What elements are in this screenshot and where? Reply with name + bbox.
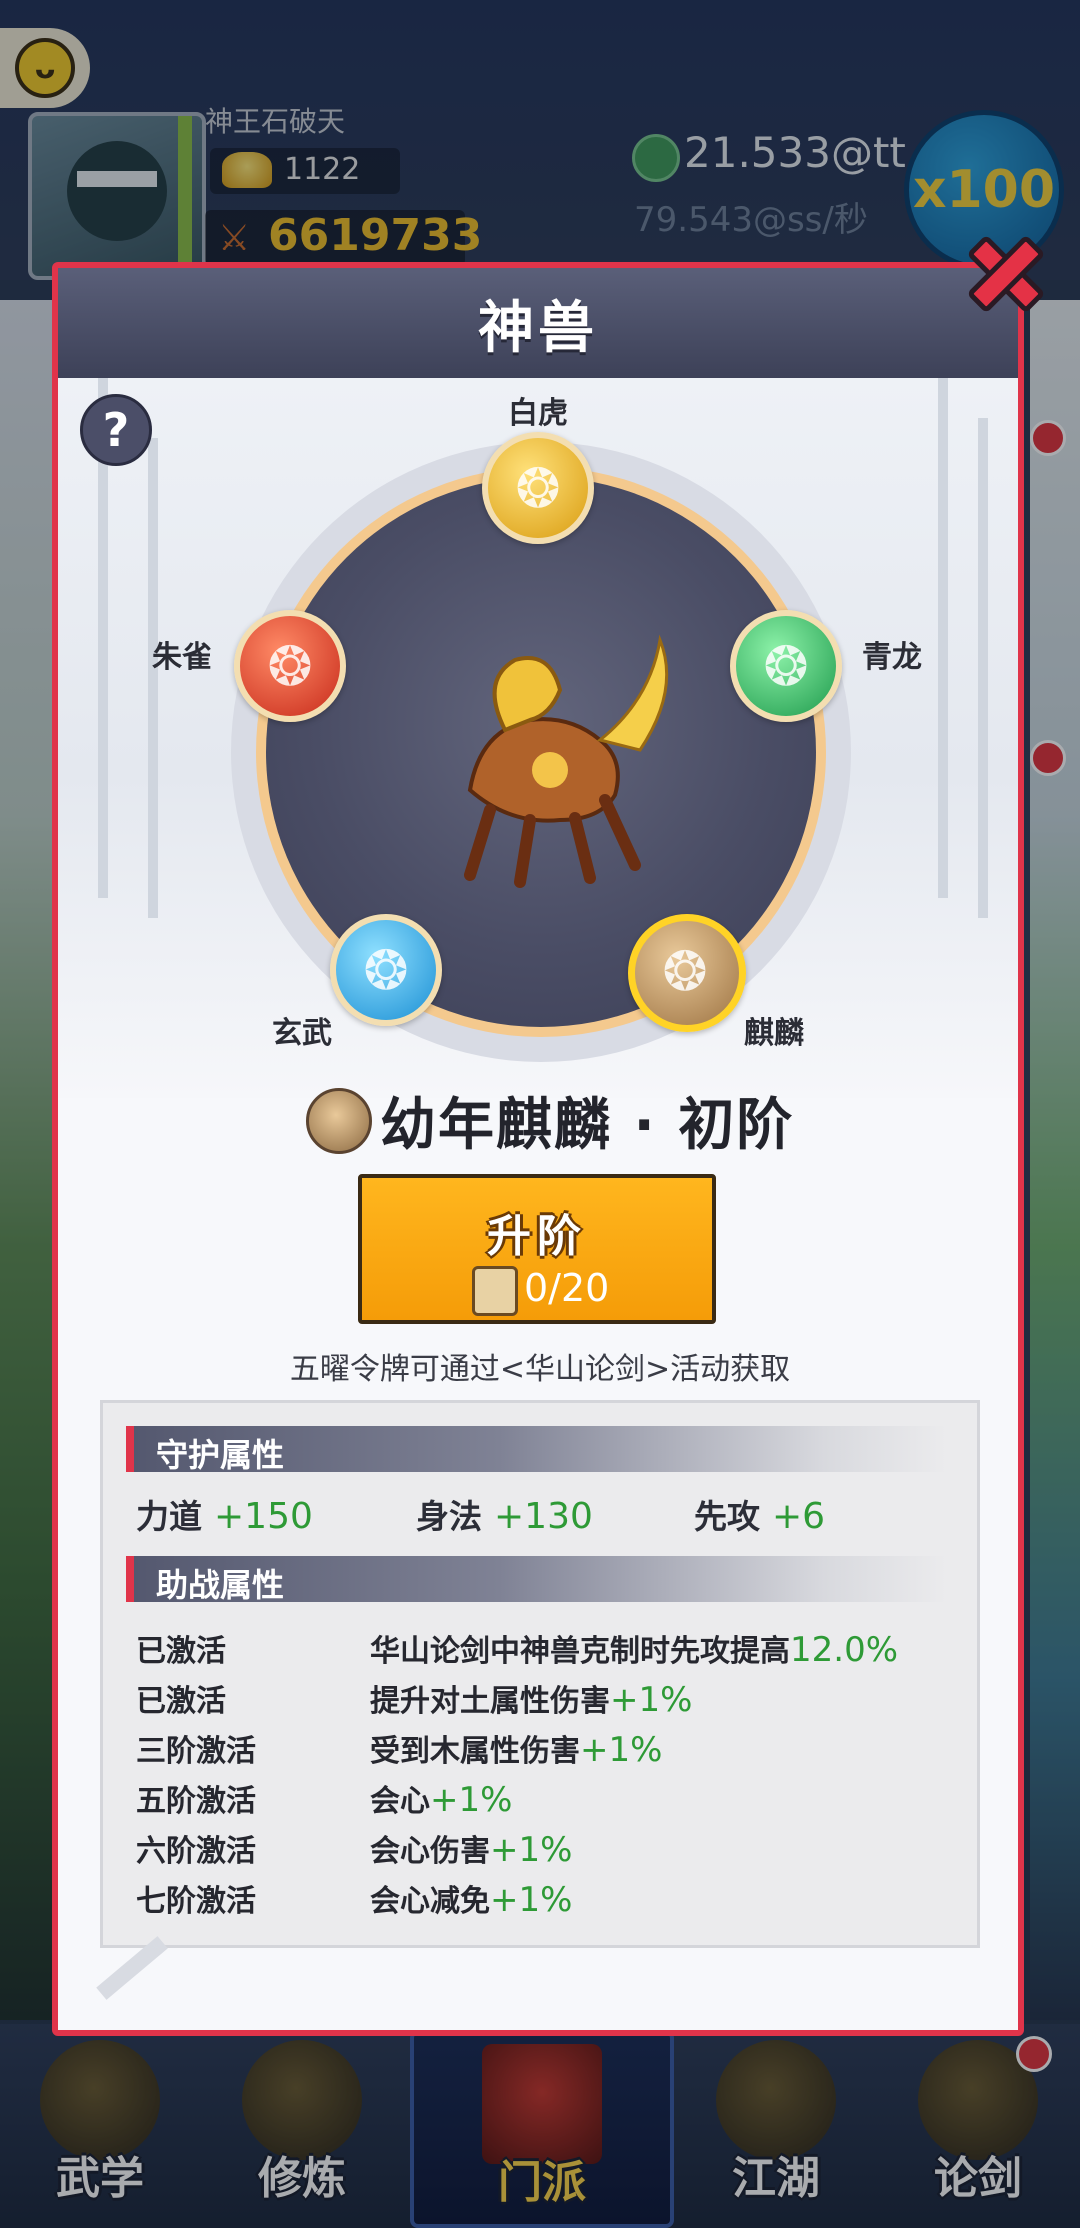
beast-label-zhuque: 朱雀 xyxy=(152,640,212,675)
support-section-title: 助战属性 xyxy=(156,1566,285,1604)
dragon-icon: ❂ xyxy=(763,634,809,698)
stat-shenfa: 身法 +130 xyxy=(416,1496,593,1537)
token-hint: 五曜令牌可通过<华山论剑>活动获取 xyxy=(289,1352,791,1387)
beast-label-baihu: 白虎 xyxy=(508,396,568,431)
stat-xiangong: 先攻 +6 xyxy=(694,1496,826,1537)
dialog-title: 神兽 xyxy=(478,295,598,361)
beast-orb-qilin-selected[interactable]: ❂ xyxy=(628,914,746,1032)
guard-section-header: 守护属性 xyxy=(126,1426,946,1474)
upgrade-button[interactable]: 升阶 0/20 xyxy=(358,1174,716,1324)
support-section-header: 助战属性 xyxy=(126,1556,946,1604)
qilin-figure xyxy=(464,634,669,888)
stat-lidao: 力道 +150 xyxy=(136,1496,313,1537)
current-beast-name: 幼年麒麟 · 初阶 xyxy=(380,1093,795,1158)
beast-orb-xuanwu[interactable]: ❂ xyxy=(330,914,442,1026)
upgrade-label: 升阶 xyxy=(487,1211,587,1262)
help-button[interactable]: ? xyxy=(80,394,152,466)
dialog-title-bar: 神兽 xyxy=(58,268,1018,378)
tiger-icon: ❂ xyxy=(515,456,561,520)
token-scroll-icon xyxy=(472,1266,518,1316)
guard-section-title: 守护属性 xyxy=(156,1436,285,1474)
beast-orb-baihu[interactable]: ❂ xyxy=(482,432,594,544)
beast-orb-qinglong[interactable]: ❂ xyxy=(730,610,842,722)
phoenix-icon: ❂ xyxy=(267,634,313,698)
stage-icon xyxy=(306,1088,372,1154)
beast-orb-zhuque[interactable]: ❂ xyxy=(234,610,346,722)
token-count: 0/20 xyxy=(524,1266,610,1310)
close-button[interactable] xyxy=(958,226,1054,322)
qilin-icon: ❂ xyxy=(662,939,708,1003)
turtle-icon: ❂ xyxy=(363,938,409,1002)
beast-label-qinglong: 青龙 xyxy=(862,640,922,675)
beast-label-qilin: 麒麟 xyxy=(744,1016,804,1051)
beast-label-xuanwu: 玄武 xyxy=(272,1016,332,1051)
